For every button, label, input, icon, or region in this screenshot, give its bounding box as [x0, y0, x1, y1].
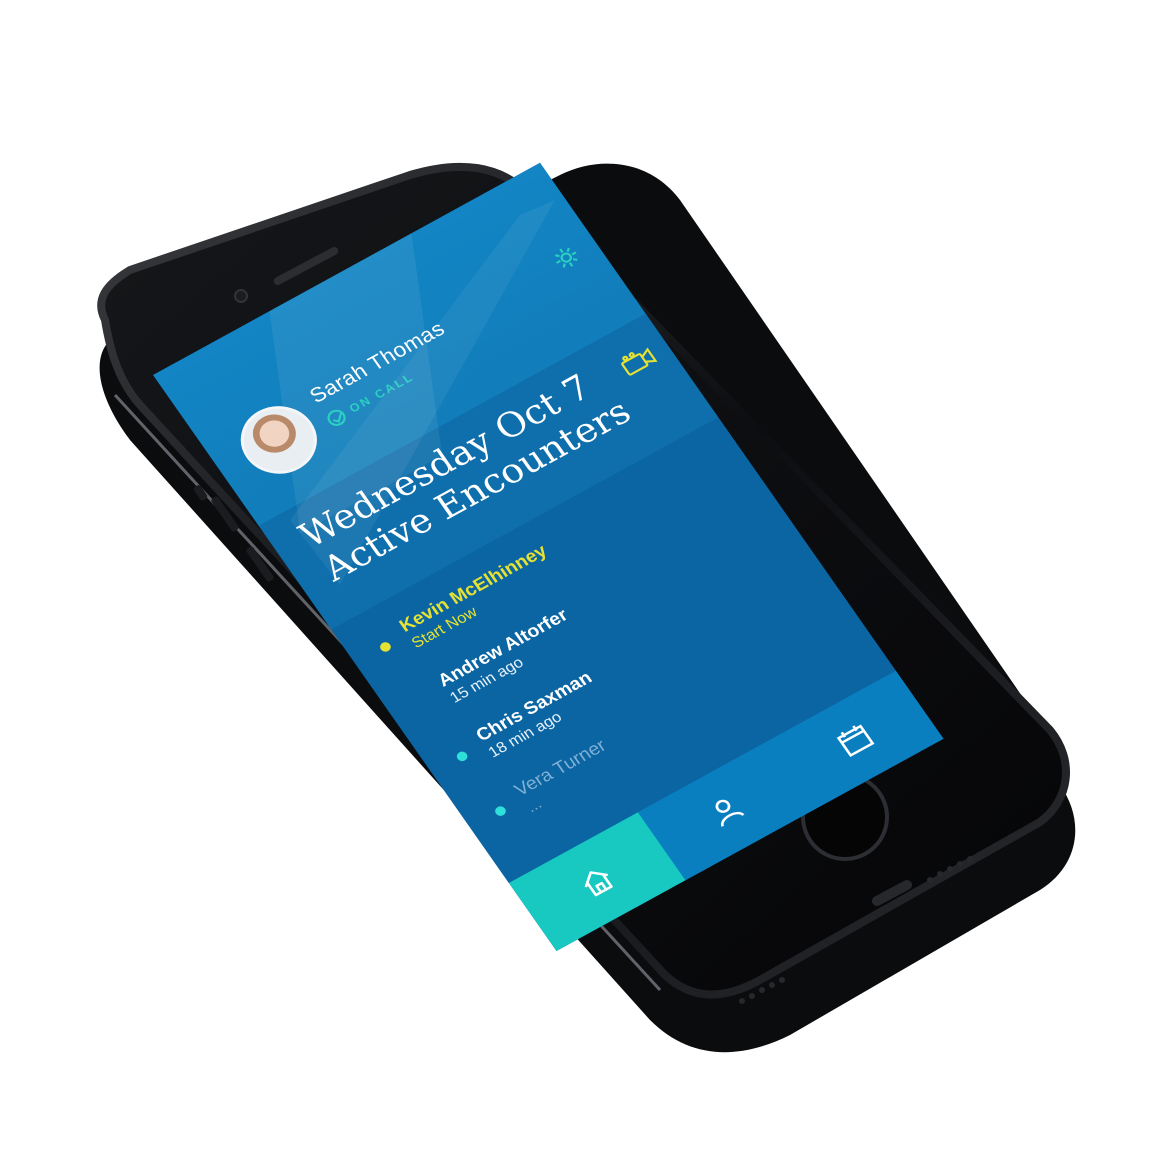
calendar-icon — [836, 724, 875, 758]
user-icon — [715, 799, 745, 827]
front-camera — [234, 289, 248, 303]
phone-mockup: Sarah Thomas ON CALL Wednesday Oct 7 Act… — [0, 0, 1170, 1170]
home-icon — [584, 871, 613, 897]
encounter-time: ... — [522, 794, 545, 816]
